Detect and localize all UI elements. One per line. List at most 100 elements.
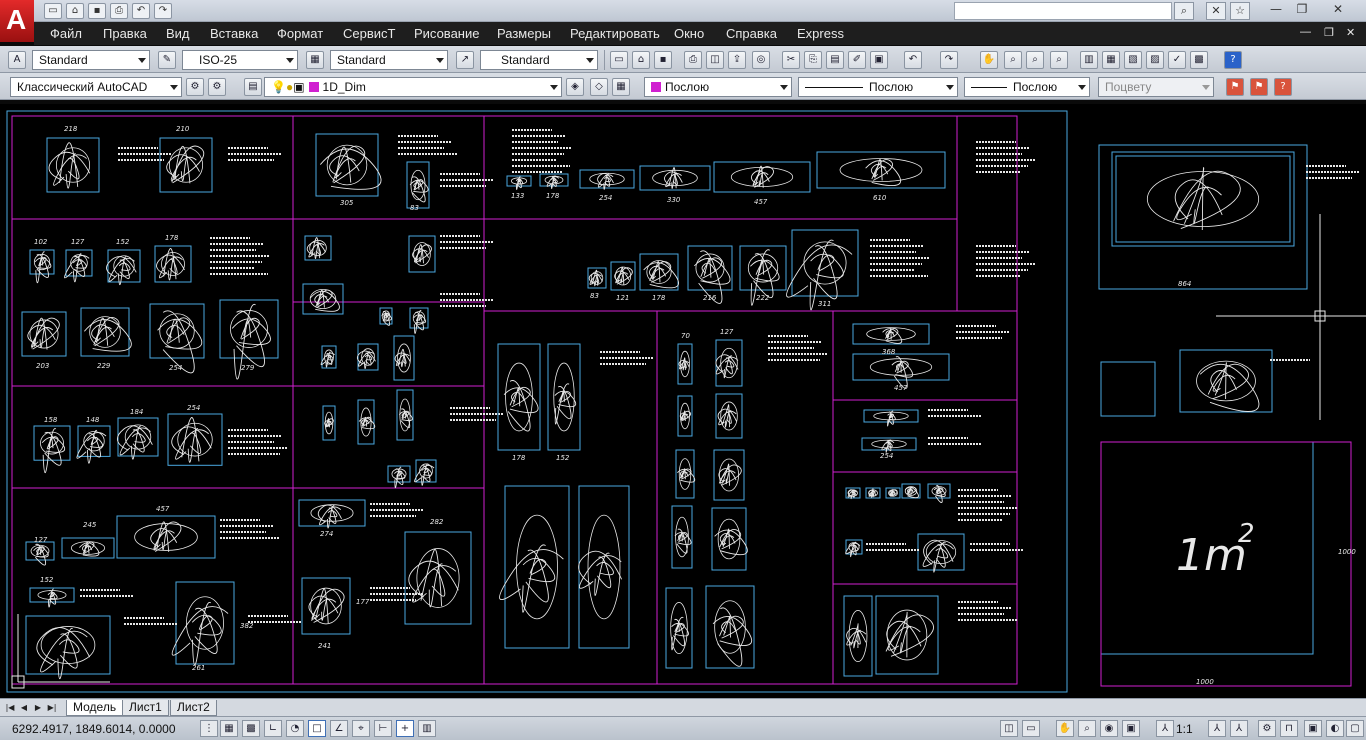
hardware-acceleration-icon[interactable]: ▣	[1304, 720, 1322, 737]
annotation-visibility-icon[interactable]: ⅄	[1208, 720, 1226, 737]
minimize-button[interactable]: —	[1264, 1, 1288, 19]
grid-display-icon[interactable]: ▩	[242, 720, 260, 737]
application-menu-button[interactable]: A	[0, 0, 34, 42]
quick-view-layouts-icon[interactable]: ▭	[1022, 720, 1040, 737]
zoom-previous-icon[interactable]: ⌕	[1050, 51, 1068, 69]
3d-dwf-icon[interactable]: ◎	[752, 51, 770, 69]
drawing-area[interactable]: 218 210 305 83 102 127 152 178 203 229 254 279 158 14…	[0, 104, 1366, 698]
plot-preview-icon[interactable]: ◫	[706, 51, 724, 69]
copy-icon[interactable]: ⎘	[804, 51, 822, 69]
communication-icon[interactable]: ✕	[1206, 2, 1226, 20]
zoom-window-icon[interactable]: ⌕	[1026, 51, 1044, 69]
model-space-icon[interactable]: ◫	[1000, 720, 1018, 737]
help-icon[interactable]: ?	[1224, 51, 1242, 69]
markup-icon[interactable]: ✓	[1168, 51, 1186, 69]
dim-style-select[interactable]: ISO-25	[182, 50, 298, 70]
layer-previous-icon[interactable]: ◇	[590, 78, 608, 96]
multileader-style-icon[interactable]: ↗	[456, 51, 474, 69]
workspace-settings-icon[interactable]: ⚙	[186, 78, 204, 96]
menu-window[interactable]: Окно	[674, 26, 704, 41]
cut-icon[interactable]: ✂	[782, 51, 800, 69]
doc-minimize-button[interactable]: —	[1300, 26, 1311, 38]
print-icon[interactable]: ⎙	[110, 3, 128, 19]
snap-mode-icon[interactable]: ▦	[220, 720, 238, 737]
new-icon[interactable]: ▭	[44, 3, 62, 19]
redo-icon[interactable]: ↷	[154, 3, 172, 19]
toolbar-lock-icon[interactable]: ⊓	[1280, 720, 1298, 737]
last-tab-arrow-icon[interactable]: ▶|	[46, 701, 58, 714]
favorites-icon[interactable]: ☆	[1230, 2, 1250, 20]
menu-express[interactable]: Express	[797, 26, 844, 41]
dynamic-input-icon[interactable]: +	[396, 720, 414, 737]
zoom-status-icon[interactable]: ⌕	[1078, 720, 1096, 737]
redo-toolbar-icon[interactable]: ↷	[940, 51, 958, 69]
multileader-style-select[interactable]: Standard	[480, 50, 598, 70]
menu-edit[interactable]: Правка	[103, 26, 147, 41]
search-input[interactable]	[954, 2, 1172, 20]
menu-dimensions[interactable]: Размеры	[497, 26, 551, 41]
sheet-set-icon[interactable]: ▨	[1146, 51, 1164, 69]
workspace-select[interactable]: Классический AutoCAD	[10, 77, 182, 97]
doc-close-button[interactable]: ✕	[1346, 26, 1355, 39]
properties-icon[interactable]: ▥	[1080, 51, 1098, 69]
pan-icon[interactable]: ✋	[980, 51, 998, 69]
tab-sheet1[interactable]: Лист1	[122, 700, 169, 716]
linetype-select[interactable]: Послою	[798, 77, 958, 97]
layer-manager-icon[interactable]: ▤	[244, 78, 262, 96]
lineweight-select[interactable]: Послою	[964, 77, 1090, 97]
zoom-realtime-icon[interactable]: ⌕	[1004, 51, 1022, 69]
tab-sheet2[interactable]: Лист2	[170, 700, 217, 716]
undo-toolbar-icon[interactable]: ↶	[904, 51, 922, 69]
object-snap-tracking-icon[interactable]: ⌖	[352, 720, 370, 737]
qnew-icon[interactable]: ▭	[610, 51, 628, 69]
express-help-icon[interactable]: ?	[1274, 78, 1292, 96]
layer-select[interactable]: 💡●▣ 1D_Dim	[264, 77, 562, 97]
design-center-icon[interactable]: ▦	[1102, 51, 1120, 69]
plot-icon[interactable]: ⎙	[684, 51, 702, 69]
steering-wheel-icon[interactable]: ◉	[1100, 720, 1118, 737]
menu-modify[interactable]: Редактировать	[570, 26, 660, 41]
color-select[interactable]: Послою	[644, 77, 792, 97]
infer-constraints-icon[interactable]: ⋮	[200, 720, 218, 737]
menu-service[interactable]: СервисТ	[343, 26, 395, 41]
prev-tab-arrow-icon[interactable]: ◀	[18, 701, 30, 714]
block-editor-icon[interactable]: ▣	[870, 51, 888, 69]
polar-tracking-icon[interactable]: ◔	[286, 720, 304, 737]
quickcalc-icon[interactable]: ▩	[1190, 51, 1208, 69]
workspace-switch-icon[interactable]: ⚙	[1258, 720, 1276, 737]
menu-insert[interactable]: Вставка	[210, 26, 258, 41]
match-properties-icon[interactable]: ✐	[848, 51, 866, 69]
paste-icon[interactable]: ▤	[826, 51, 844, 69]
dim-style-icon[interactable]: ✎	[158, 51, 176, 69]
3d-osnap-icon[interactable]: ∠	[330, 720, 348, 737]
express-tool-2-icon[interactable]: ⚑	[1250, 78, 1268, 96]
lineweight-toggle-icon[interactable]: ▥	[418, 720, 436, 737]
table-style-icon[interactable]: ▦	[306, 51, 324, 69]
search-icon[interactable]: ⌕	[1174, 2, 1194, 20]
doc-restore-button[interactable]: ❐	[1324, 26, 1334, 39]
menu-help[interactable]: Справка	[726, 26, 777, 41]
table-style-select[interactable]: Standard	[330, 50, 448, 70]
open-file-icon[interactable]: ⌂	[632, 51, 650, 69]
pan-status-icon[interactable]: ✋	[1056, 720, 1074, 737]
express-tool-1-icon[interactable]: ⚑	[1226, 78, 1244, 96]
object-snap-icon[interactable]: □	[308, 720, 326, 737]
plotstyle-select[interactable]: Поцвету	[1098, 77, 1214, 97]
tab-model[interactable]: Модель	[66, 700, 124, 716]
close-button[interactable]: ✕	[1326, 1, 1350, 19]
restore-button[interactable]: ❐	[1290, 1, 1314, 19]
save-icon[interactable]: ▪	[88, 3, 106, 19]
annotation-scale-value[interactable]: 1:1	[1176, 722, 1193, 736]
text-style-icon[interactable]: A	[8, 51, 26, 69]
menu-view[interactable]: Вид	[166, 26, 190, 41]
menu-file[interactable]: Файл	[50, 26, 82, 41]
text-style-select[interactable]: Standard	[32, 50, 150, 70]
workspace-lock-icon[interactable]: ⚙	[208, 78, 226, 96]
make-current-layer-icon[interactable]: ◈	[566, 78, 584, 96]
menu-draw[interactable]: Рисование	[414, 26, 479, 41]
next-tab-arrow-icon[interactable]: ▶	[32, 701, 44, 714]
dynamic-ucs-icon[interactable]: ⊢	[374, 720, 392, 737]
save-file-icon[interactable]: ▪	[654, 51, 672, 69]
layer-states-icon[interactable]: ▦	[612, 78, 630, 96]
clean-screen-icon[interactable]: ▢	[1346, 720, 1364, 737]
